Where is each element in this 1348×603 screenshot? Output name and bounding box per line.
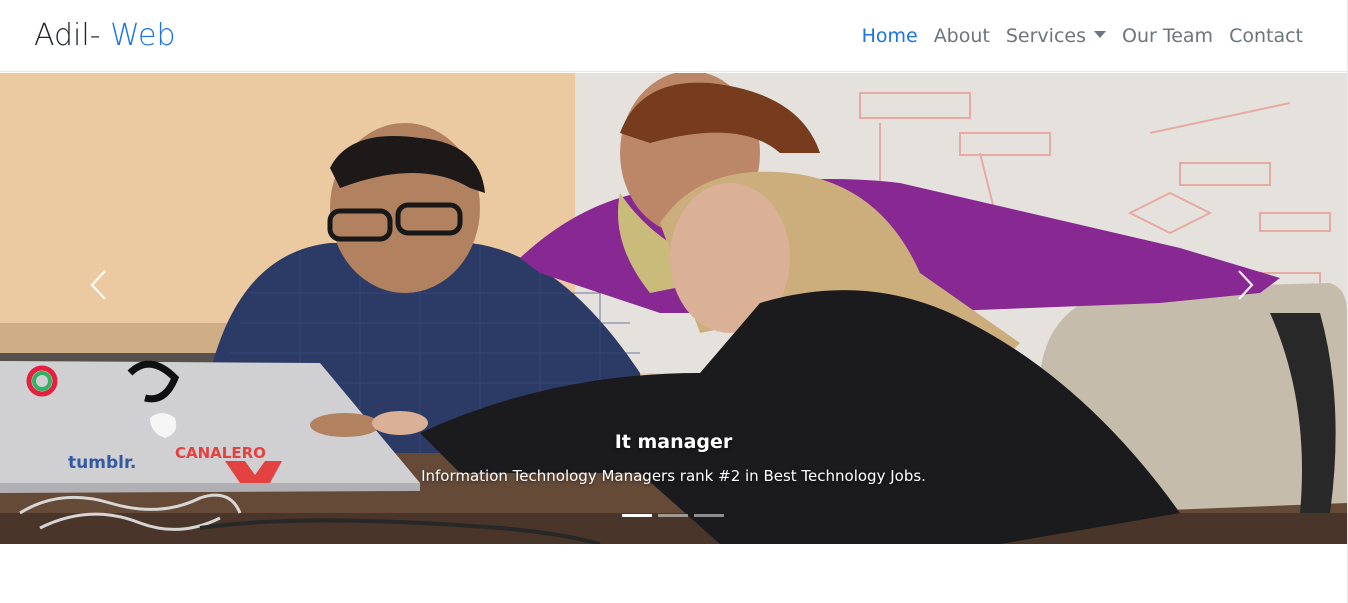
main-nav: Home About Services Our Team Contact bbox=[862, 22, 1303, 50]
nav-contact-link[interactable]: Contact bbox=[1229, 22, 1303, 50]
slide-title: It manager bbox=[614, 431, 733, 453]
nav-services-dropdown[interactable]: Services bbox=[1006, 22, 1106, 50]
nav-home-link[interactable]: Home bbox=[862, 22, 918, 50]
carousel-indicator-1[interactable] bbox=[622, 514, 652, 517]
brand-accent: Web bbox=[110, 18, 176, 53]
slide-text: Information Technology Managers rank #2 … bbox=[421, 467, 926, 485]
carousel-prev-button[interactable] bbox=[68, 255, 128, 315]
nav-team-link[interactable]: Our Team bbox=[1122, 22, 1213, 50]
brand-name: Adil- bbox=[34, 18, 101, 53]
carousel-indicators bbox=[622, 514, 724, 517]
nav-about-link[interactable]: About bbox=[934, 22, 990, 50]
nav-services-label: Services bbox=[1005, 25, 1086, 47]
chevron-left-icon bbox=[90, 270, 106, 300]
caret-down-icon bbox=[1094, 31, 1106, 38]
navbar: Adil- Web Home About Services Our Team C… bbox=[0, 0, 1347, 72]
chevron-right-icon bbox=[1238, 270, 1254, 300]
page: Adil- Web Home About Services Our Team C… bbox=[0, 0, 1348, 603]
carousel-indicator-2[interactable] bbox=[658, 514, 688, 517]
carousel-next-button[interactable] bbox=[1216, 255, 1276, 315]
hero-carousel: tumblr. CANALERO It manager Information … bbox=[0, 73, 1347, 544]
carousel-indicator-3[interactable] bbox=[694, 514, 724, 517]
brand-logo[interactable]: Adil- Web bbox=[34, 17, 176, 55]
